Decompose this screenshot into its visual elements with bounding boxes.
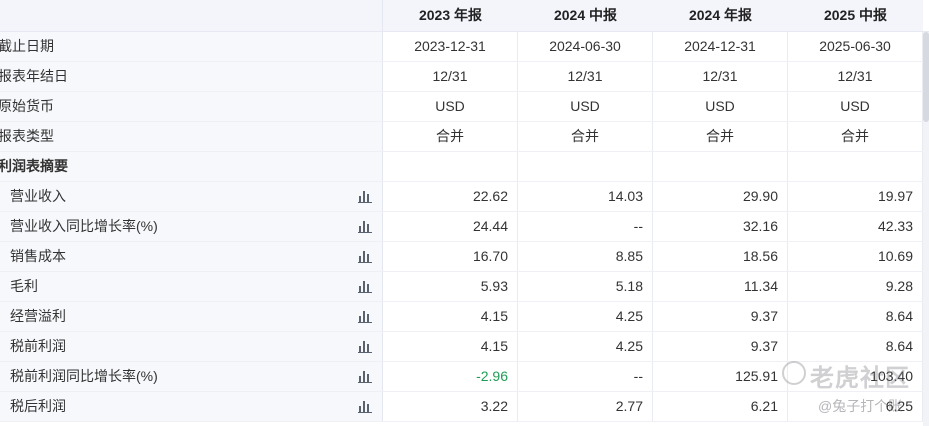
table-cell: 9.37 (653, 332, 788, 361)
row-label: 营业收入 (10, 188, 66, 204)
scrollbar-thumb[interactable] (923, 32, 929, 122)
table-cell: -2.96 (383, 362, 518, 391)
row-label: 税前利润 (10, 338, 66, 354)
table-cell: 2.77 (518, 392, 653, 421)
table-row: 截止日期 2023-12-31 2024-06-30 2024-12-31 20… (0, 32, 929, 62)
table-cell: 18.56 (653, 242, 788, 271)
table-row: 经营溢利 4.15 4.25 9.37 8.64 (0, 302, 929, 332)
table-cell: 9.28 (788, 272, 923, 301)
table-row: 报表年结日 12/31 12/31 12/31 12/31 (0, 62, 929, 92)
table-row: 营业收入 22.62 14.03 29.90 19.97 (0, 182, 929, 212)
col-header-2025-interim[interactable]: 2025 中报 (788, 0, 923, 31)
table-cell: USD (518, 92, 653, 121)
bar-chart-icon[interactable] (358, 250, 372, 263)
row-label: 报表类型 (0, 128, 54, 144)
row-label: 税后利润 (10, 398, 66, 414)
table-row: 毛利 5.93 5.18 11.34 9.28 (0, 272, 929, 302)
table-cell: 12/31 (518, 62, 653, 91)
table-cell: 4.15 (383, 332, 518, 361)
bar-chart-icon[interactable] (358, 310, 372, 323)
table-cell: 合并 (653, 122, 788, 151)
table-cell: 12/31 (788, 62, 923, 91)
row-label: 原始货币 (0, 98, 54, 114)
table-cell: USD (653, 92, 788, 121)
table-cell: 125.91 (653, 362, 788, 391)
table-cell: 5.18 (518, 272, 653, 301)
table-cell: 10.69 (788, 242, 923, 271)
table-cell: USD (383, 92, 518, 121)
table-cell: USD (788, 92, 923, 121)
table-cell: 19.97 (788, 182, 923, 211)
table-cell: 3.22 (383, 392, 518, 421)
table-cell: 2025-06-30 (788, 32, 923, 61)
table-cell: 12/31 (653, 62, 788, 91)
table-cell: 42.33 (788, 212, 923, 241)
table-cell: 2024-12-31 (653, 32, 788, 61)
table-cell: 32.16 (653, 212, 788, 241)
table-cell: 22.62 (383, 182, 518, 211)
row-label: 经营溢利 (10, 308, 66, 324)
table-cell: 合并 (383, 122, 518, 151)
row-label: 销售成本 (10, 248, 66, 264)
table-row: 原始货币 USD USD USD USD (0, 92, 929, 122)
table-cell: 2024-06-30 (518, 32, 653, 61)
col-header-2024-interim[interactable]: 2024 中报 (518, 0, 653, 31)
table-cell: 2023-12-31 (383, 32, 518, 61)
table-cell: 8.64 (788, 302, 923, 331)
table-cell: 9.37 (653, 302, 788, 331)
table-cell: 4.15 (383, 302, 518, 331)
table-cell: 5.93 (383, 272, 518, 301)
section-title: 利润表摘要 (0, 158, 68, 174)
table-cell: 16.70 (383, 242, 518, 271)
table-cell: 6.21 (653, 392, 788, 421)
table-row: 销售成本 16.70 8.85 18.56 10.69 (0, 242, 929, 272)
table-cell: 4.25 (518, 332, 653, 361)
table-cell: 合并 (518, 122, 653, 151)
bar-chart-icon[interactable] (358, 370, 372, 383)
table-cell: 合并 (788, 122, 923, 151)
bar-chart-icon[interactable] (358, 220, 372, 233)
section-row: 利润表摘要 (0, 152, 929, 182)
table-cell: 29.90 (653, 182, 788, 211)
row-label: 税前利润同比增长率(%) (10, 368, 158, 384)
table-cell: -- (518, 212, 653, 241)
bar-chart-icon[interactable] (358, 340, 372, 353)
watermark-author: @兔子打个账 (818, 398, 903, 414)
row-label: 报表年结日 (0, 68, 68, 84)
row-label: 营业收入同比增长率(%) (10, 218, 158, 234)
col-header-2023-annual[interactable]: 2023 年报 (383, 0, 518, 31)
table-header: 2023 年报 2024 中报 2024 年报 2025 中报 (0, 0, 929, 32)
table-cell: 14.03 (518, 182, 653, 211)
col-header-2024-annual[interactable]: 2024 年报 (653, 0, 788, 31)
table-row: 营业收入同比增长率(%) 24.44 -- 32.16 42.33 (0, 212, 929, 242)
row-label: 截止日期 (0, 38, 54, 54)
watermark-brand: 老虎社区 (810, 365, 910, 392)
bar-chart-icon[interactable] (358, 400, 372, 413)
table-cell: 4.25 (518, 302, 653, 331)
table-cell: 8.85 (518, 242, 653, 271)
watermark-logo-icon (782, 361, 806, 385)
table-cell: 12/31 (383, 62, 518, 91)
bar-chart-icon[interactable] (358, 280, 372, 293)
table-cell: 8.64 (788, 332, 923, 361)
table-row: 报表类型 合并 合并 合并 合并 (0, 122, 929, 152)
row-label: 毛利 (10, 278, 38, 294)
bar-chart-icon[interactable] (358, 190, 372, 203)
table-cell: 11.34 (653, 272, 788, 301)
table-cell: 24.44 (383, 212, 518, 241)
header-label-cell (0, 0, 383, 31)
table-cell: -- (518, 362, 653, 391)
table-row: 税前利润 4.15 4.25 9.37 8.64 (0, 332, 929, 362)
table-row: 税后利润 3.22 2.77 6.21 6.25 (0, 392, 929, 422)
